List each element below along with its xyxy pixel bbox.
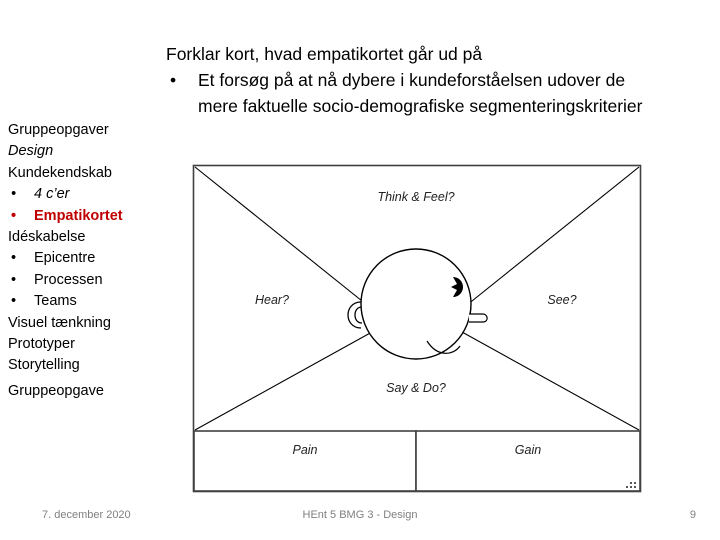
outline-sidebar: Gruppeopgaver Design Kundekendskab • 4 c… — [8, 120, 173, 402]
headline-bullet-label: Et forsøg på at nå dybere i kundeforståe… — [198, 70, 643, 116]
head-circle — [360, 248, 472, 360]
sidebar-item-visuel-taenkning[interactable]: Visuel tænkning — [8, 313, 173, 334]
footer-title: HEnt 5 BMG 3 - Design — [302, 509, 418, 521]
bullet-icon: • — [11, 186, 17, 203]
sidebar-item-label: Design — [8, 143, 54, 160]
sidebar-item-label: Gruppeopgaver — [8, 122, 109, 138]
slide-footer: 7. december 2020 HEnt 5 BMG 3 - Design 9 — [0, 505, 720, 531]
sidebar-item-label: Prototyper — [8, 336, 75, 353]
empathy-map-bottom-boxes: Pain Gain — [193, 430, 641, 492]
slide-text-block: Forklar kort, hvad empatikortet går ud p… — [166, 42, 666, 119]
sidebar-item-label: Teams — [34, 293, 77, 310]
gain-box — [415, 430, 641, 492]
quadrant-label-top: Think & Feel? — [377, 190, 454, 204]
sidebar-item-ideskabelse[interactable]: Idéskabelse — [8, 227, 173, 248]
sidebar-item-prototyper[interactable]: Prototyper — [8, 334, 173, 355]
empathy-map-figure[interactable]: Think & Feel? Hear? See? Say & Do? Pain … — [192, 164, 642, 494]
sidebar-item-storytelling[interactable]: Storytelling — [8, 355, 173, 376]
gain-box-label: Gain — [515, 443, 541, 457]
footer-page-number: 9 — [689, 509, 696, 521]
sidebar-item-label: 4 c’er — [34, 186, 70, 203]
sidebar-item-label: Visuel tænkning — [8, 314, 111, 331]
sidebar-item-label: Idéskabelse — [8, 229, 86, 246]
bullet-icon: • — [11, 250, 17, 267]
bullet-icon: • — [11, 293, 17, 310]
sidebar-item-gruppeopgaver[interactable]: Gruppeopgaver — [8, 120, 173, 141]
sidebar-item-kundekendskab[interactable]: Kundekendskab — [8, 163, 173, 184]
pain-box — [193, 430, 417, 492]
pain-box-label: Pain — [292, 443, 317, 457]
sidebar-item-label: Empatikortet — [34, 207, 123, 224]
nose-icon — [469, 313, 488, 323]
sidebar-item-teams[interactable]: • Teams — [8, 291, 173, 312]
page-title: Forklar kort, hvad empatikortet går ud p… — [166, 44, 483, 64]
sidebar-item-epicentre[interactable]: • Epicentre — [8, 248, 173, 269]
sidebar-item-processen[interactable]: • Processen — [8, 270, 173, 291]
quadrant-label-left: Hear? — [255, 293, 289, 307]
sidebar-item-label: Epicentre — [34, 250, 96, 267]
sidebar-item-design[interactable]: Design — [8, 141, 173, 162]
sidebar-item-label: Storytelling — [8, 357, 80, 374]
bullet-icon: • — [170, 70, 177, 90]
sidebar-item-label: Gruppeopgave — [8, 382, 104, 399]
quadrant-label-right: See? — [547, 293, 576, 307]
bullet-icon: • — [11, 271, 17, 288]
sidebar-item-4cer[interactable]: • 4 c’er — [8, 184, 173, 205]
sidebar-item-label: Kundekendskab — [8, 164, 112, 181]
bullet-icon: • — [11, 207, 17, 224]
sidebar-item-label: Processen — [34, 271, 103, 288]
sidebar-item-gruppeopgave[interactable]: Gruppeopgave — [8, 381, 173, 402]
headline-bullet-item: • Et forsøg på at nå dybere i kundeforst… — [166, 68, 666, 119]
sidebar-item-empatikortet[interactable]: • Empatikortet — [8, 206, 173, 227]
quadrant-label-bottom: Say & Do? — [386, 381, 446, 395]
